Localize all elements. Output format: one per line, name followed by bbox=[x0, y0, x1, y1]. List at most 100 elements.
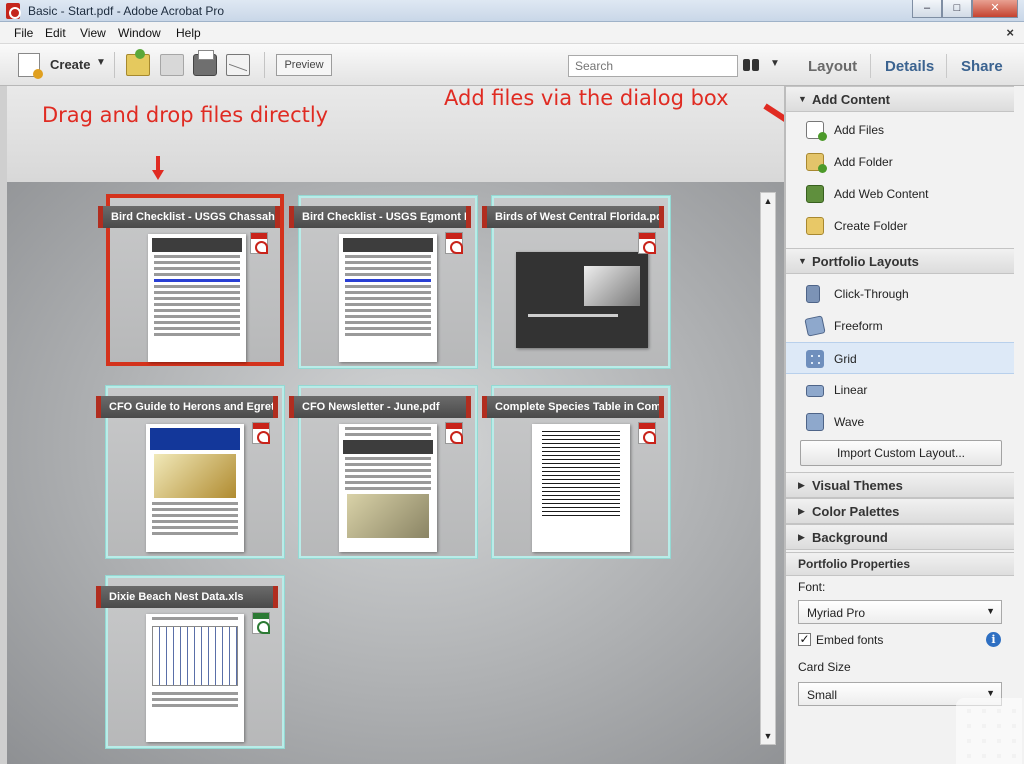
globe-icon bbox=[806, 185, 824, 203]
card-thumbnail bbox=[532, 424, 630, 552]
layout-freeform[interactable]: Freeform bbox=[786, 310, 1014, 342]
menu-view[interactable]: View bbox=[80, 26, 106, 40]
window-title: Basic - Start.pdf - Adobe Acrobat Pro bbox=[28, 4, 225, 18]
maximize-button[interactable]: □ bbox=[942, 0, 972, 18]
file-card-complete-species-table[interactable]: Complete Species Table in Comm bbox=[482, 386, 670, 558]
item-label: Click-Through bbox=[834, 287, 909, 301]
layout-click-through[interactable]: Click-Through bbox=[786, 278, 1014, 310]
layout-panel: ▼ Add Content Add Files Add Folder Add W… bbox=[784, 86, 1024, 764]
excel-file-icon bbox=[252, 612, 270, 634]
file-card-bird-checklist-egmont-key[interactable]: Bird Checklist - USGS Egmont Ke bbox=[289, 196, 477, 368]
layout-linear[interactable]: Linear bbox=[786, 374, 1014, 406]
portfolio-properties-header: Portfolio Properties bbox=[786, 552, 1014, 576]
print-icon[interactable] bbox=[193, 50, 217, 76]
section-title: Color Palettes bbox=[812, 504, 900, 519]
menu-bar: File Edit View Window Help × bbox=[0, 22, 1024, 44]
section-portfolio-layouts-header[interactable]: ▼ Portfolio Layouts bbox=[786, 248, 1014, 274]
card-label: CFO Guide to Herons and Egrets bbox=[96, 396, 278, 418]
menu-help[interactable]: Help bbox=[176, 26, 201, 40]
annotation-drag-drop: Drag and drop files directly bbox=[42, 103, 329, 127]
add-web-content-item[interactable]: Add Web Content bbox=[786, 178, 1014, 210]
embed-fonts-label: Embed fonts bbox=[816, 633, 884, 647]
save-icon[interactable] bbox=[160, 54, 184, 76]
close-document-button[interactable]: × bbox=[1006, 25, 1014, 40]
menu-edit[interactable]: Edit bbox=[45, 26, 66, 40]
create-folder-item[interactable]: Create Folder bbox=[786, 210, 1014, 242]
card-label: Dixie Beach Nest Data.xls bbox=[96, 586, 278, 608]
chevron-down-icon: ▼ bbox=[986, 688, 995, 698]
section-title: Visual Themes bbox=[812, 478, 903, 493]
file-card-cfo-guide-herons-egrets[interactable]: CFO Guide to Herons and Egrets bbox=[96, 386, 284, 558]
title-bar: Basic - Start.pdf - Adobe Acrobat Pro – … bbox=[0, 0, 1024, 22]
add-folder-icon bbox=[806, 153, 827, 173]
file-card-cfo-newsletter-june[interactable]: CFO Newsletter - June.pdf bbox=[289, 386, 477, 558]
create-dropdown-icon[interactable]: ▼ bbox=[96, 57, 106, 68]
scroll-down-button[interactable]: ▼ bbox=[761, 728, 775, 744]
annotation-dialog-box: Add files via the dialog box bbox=[444, 86, 729, 110]
add-folder-item[interactable]: Add Folder bbox=[786, 146, 1014, 178]
search-options-dropdown-icon[interactable]: ▼ bbox=[770, 58, 780, 69]
section-background-header[interactable]: ▶ Background bbox=[786, 524, 1014, 550]
section-title: Portfolio Layouts bbox=[812, 254, 919, 269]
menu-window[interactable]: Window bbox=[118, 26, 161, 40]
info-icon[interactable]: i bbox=[986, 632, 1001, 647]
email-icon[interactable] bbox=[226, 54, 250, 76]
toolbar-separator bbox=[114, 52, 115, 78]
section-add-content-header[interactable]: ▼ Add Content bbox=[786, 86, 1014, 112]
card-size-label: Card Size bbox=[798, 660, 851, 674]
pdf-file-icon bbox=[638, 232, 656, 254]
layout-grid[interactable]: Grid bbox=[786, 342, 1014, 374]
chevron-down-icon: ▼ bbox=[986, 606, 995, 616]
tab-separator bbox=[870, 54, 871, 78]
linear-layout-icon bbox=[806, 385, 824, 397]
create-icon[interactable] bbox=[18, 53, 43, 79]
tab-share[interactable]: Share bbox=[961, 58, 1003, 75]
scroll-up-button[interactable]: ▲ bbox=[761, 193, 775, 209]
open-folder-icon[interactable] bbox=[126, 49, 150, 76]
preview-button[interactable]: Preview bbox=[276, 54, 332, 76]
file-card-birds-of-west-central-florida[interactable]: Birds of West Central Florida.pdf bbox=[482, 196, 670, 368]
card-thumbnail bbox=[339, 424, 437, 552]
item-label: Create Folder bbox=[834, 219, 908, 233]
grid-layout-icon bbox=[806, 350, 824, 368]
menu-file[interactable]: File bbox=[14, 26, 33, 40]
card-thumbnail bbox=[148, 234, 246, 362]
freeform-layout-icon bbox=[804, 315, 826, 337]
font-select[interactable]: Myriad Pro ▼ bbox=[798, 600, 1002, 624]
layout-wave[interactable]: Wave bbox=[786, 406, 1014, 438]
annotation-arrow-down-icon bbox=[152, 156, 164, 180]
card-thumbnail bbox=[146, 424, 244, 552]
section-title: Add Content bbox=[812, 92, 890, 107]
card-thumbnail bbox=[339, 234, 437, 362]
item-label: Add Files bbox=[834, 123, 885, 137]
add-files-item[interactable]: Add Files bbox=[786, 114, 1014, 146]
embed-fonts-checkbox[interactable]: ✓ bbox=[798, 633, 811, 646]
tab-details[interactable]: Details bbox=[885, 58, 934, 75]
item-label: Add Web Content bbox=[834, 187, 929, 201]
toolbar-separator bbox=[264, 52, 265, 78]
window-controls: – □ ✕ bbox=[912, 0, 1018, 18]
file-card-dixie-beach-nest-data[interactable]: Dixie Beach Nest Data.xls bbox=[96, 576, 284, 748]
canvas-scrollbar[interactable]: ▲ ▼ bbox=[760, 192, 776, 745]
acrobat-app-icon bbox=[6, 3, 21, 19]
card-thumbnail bbox=[146, 614, 244, 742]
section-color-palettes-header[interactable]: ▶ Color Palettes bbox=[786, 498, 1014, 524]
item-label: Freeform bbox=[834, 319, 883, 333]
watermark-logo bbox=[956, 698, 1022, 764]
pdf-file-icon bbox=[445, 232, 463, 254]
font-select-value: Myriad Pro bbox=[807, 606, 866, 620]
section-visual-themes-header[interactable]: ▶ Visual Themes bbox=[786, 472, 1014, 498]
import-custom-layout-button[interactable]: Import Custom Layout... bbox=[800, 440, 1002, 466]
window-left-edge bbox=[0, 86, 7, 764]
create-button[interactable]: Create bbox=[50, 57, 90, 72]
binoculars-search-icon[interactable] bbox=[742, 57, 760, 73]
file-card-bird-checklist-chassahowitzka[interactable]: Bird Checklist - USGS Chassahow bbox=[98, 194, 284, 366]
search-input[interactable] bbox=[568, 55, 738, 77]
item-label: Wave bbox=[834, 415, 865, 429]
collapsed-triangle-icon: ▶ bbox=[798, 532, 805, 542]
card-size-select-value: Small bbox=[807, 688, 838, 702]
minimize-button[interactable]: – bbox=[912, 0, 942, 18]
expanded-triangle-icon: ▼ bbox=[798, 94, 807, 104]
close-window-button[interactable]: ✕ bbox=[972, 0, 1018, 18]
tab-layout[interactable]: Layout bbox=[808, 58, 857, 75]
